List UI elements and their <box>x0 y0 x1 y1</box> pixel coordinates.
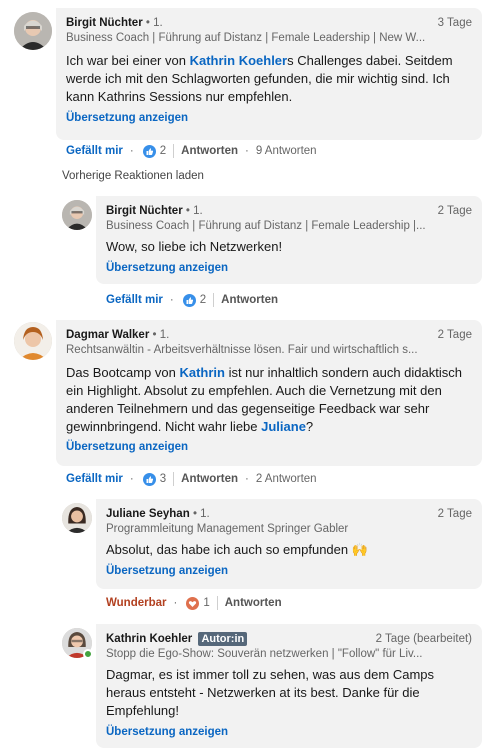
show-translation-link[interactable]: Übersetzung anzeigen <box>66 441 188 453</box>
commenter-name[interactable]: Kathrin Koehler <box>106 633 192 645</box>
load-previous-replies[interactable]: Vorherige Reaktionen laden <box>62 170 204 182</box>
reply-actions: Gefällt mir · 2 Antworten <box>106 293 278 307</box>
reaction-count: 2 <box>159 145 167 157</box>
commenter-name[interactable]: Juliane Seyhan <box>106 508 190 520</box>
reaction-summary[interactable]: 1 <box>186 596 210 610</box>
connection-degree: • 1. <box>192 508 210 520</box>
celebrate-button[interactable]: Wunderbar <box>106 597 167 609</box>
comment-actions: Gefällt mir · 2 Antworten · 9 Antworten <box>66 144 317 158</box>
show-translation-link[interactable]: Übersetzung anzeigen <box>106 726 228 738</box>
avatar-birgit-reply[interactable] <box>62 200 92 230</box>
commenter-headline: Business Coach | Führung auf Distanz | F… <box>106 220 426 232</box>
comment-text: Ich war bei einer von Kathrin Koehlers C… <box>66 53 453 104</box>
avatar-birgit[interactable] <box>14 12 52 50</box>
online-status-indicator <box>83 649 93 659</box>
reply-bubble-kathrin: Kathrin Koehler Autor:in 2 Tage (bearbei… <box>96 624 482 748</box>
show-translation-link[interactable]: Übersetzung anzeigen <box>66 112 188 124</box>
comment-text: Absolut, das habe ich auch so empfunden … <box>106 542 368 557</box>
like-button[interactable]: Gefällt mir <box>66 145 123 157</box>
avatar-dagmar[interactable] <box>14 322 52 360</box>
reaction-summary[interactable]: 2 <box>142 144 167 158</box>
reaction-count: 1 <box>203 597 210 609</box>
connection-degree: • 1. <box>145 17 163 29</box>
reply-count[interactable]: 2 Antworten <box>256 473 317 485</box>
reaction-count: 3 <box>159 473 167 485</box>
comment-actions: Gefällt mir · 3 Antworten · 2 Antworten <box>66 472 317 486</box>
reaction-count: 2 <box>199 294 207 306</box>
like-reaction-icon <box>182 293 196 307</box>
comment-time: 3 Tage <box>437 17 472 29</box>
reply-button[interactable]: Antworten <box>225 597 282 609</box>
reaction-summary[interactable]: 3 <box>142 472 167 486</box>
comment-text: Wow, so liebe ich Netzwerken! <box>106 239 283 254</box>
reaction-summary[interactable]: 2 <box>182 293 207 307</box>
connection-degree: • 1. <box>152 329 170 341</box>
like-button[interactable]: Gefällt mir <box>66 473 123 485</box>
reply-button[interactable]: Antworten <box>221 294 278 306</box>
comment-time: 2 Tage <box>437 205 472 217</box>
reply-bubble-juliane: Juliane Seyhan • 1. 2 Tage Programmleitu… <box>96 499 482 589</box>
commenter-name[interactable]: Birgit Nüchter <box>106 205 183 217</box>
reply-bubble-birgit: Birgit Nüchter • 1. 2 Tage Business Coac… <box>96 196 482 284</box>
love-reaction-icon <box>186 596 200 610</box>
reply-count[interactable]: 9 Antworten <box>256 145 317 157</box>
like-reaction-icon <box>142 144 156 158</box>
commenter-headline: Business Coach | Führung auf Distanz | F… <box>66 32 426 44</box>
commenter-headline: Stopp die Ego-Show: Souverän netzwerken … <box>106 648 423 660</box>
reply-actions: Wunderbar · 1 Antworten <box>106 596 282 610</box>
comment-text: Das Bootcamp von Kathrin ist nur inhaltl… <box>66 365 462 434</box>
like-button[interactable]: Gefällt mir <box>106 294 163 306</box>
commenter-name[interactable]: Dagmar Walker <box>66 329 149 341</box>
comment-time: 2 Tage <box>437 508 472 520</box>
author-badge: Autor:in <box>198 632 248 646</box>
connection-degree: • 1. <box>185 205 203 217</box>
comment-time: 2 Tage (bearbeitet) <box>375 633 472 645</box>
comment-text: Dagmar, es ist immer toll zu sehen, was … <box>106 667 435 718</box>
mention-kathrin[interactable]: Kathrin <box>179 365 225 380</box>
reply-button[interactable]: Antworten <box>181 145 238 157</box>
commenter-name[interactable]: Birgit Nüchter <box>66 17 143 29</box>
show-translation-link[interactable]: Übersetzung anzeigen <box>106 565 228 577</box>
avatar-juliane[interactable] <box>62 503 92 533</box>
like-reaction-icon <box>142 472 156 486</box>
mention-kathrin-koehler[interactable]: Kathrin Koehler <box>190 53 288 68</box>
mention-juliane[interactable]: Juliane <box>261 419 306 434</box>
reply-button[interactable]: Antworten <box>181 473 238 485</box>
commenter-headline: Programmleitung Management Springer Gabl… <box>106 523 349 535</box>
comment-bubble-dagmar: Dagmar Walker • 1. 2 Tage Rechtsanwältin… <box>56 320 482 466</box>
commenter-headline: Rechtsanwältin - Arbeitsverhältnisse lös… <box>66 344 418 356</box>
comment-bubble-birgit: Birgit Nüchter • 1. 3 Tage Business Coac… <box>56 8 482 140</box>
show-translation-link[interactable]: Übersetzung anzeigen <box>106 262 228 274</box>
comment-time: 2 Tage <box>437 329 472 341</box>
